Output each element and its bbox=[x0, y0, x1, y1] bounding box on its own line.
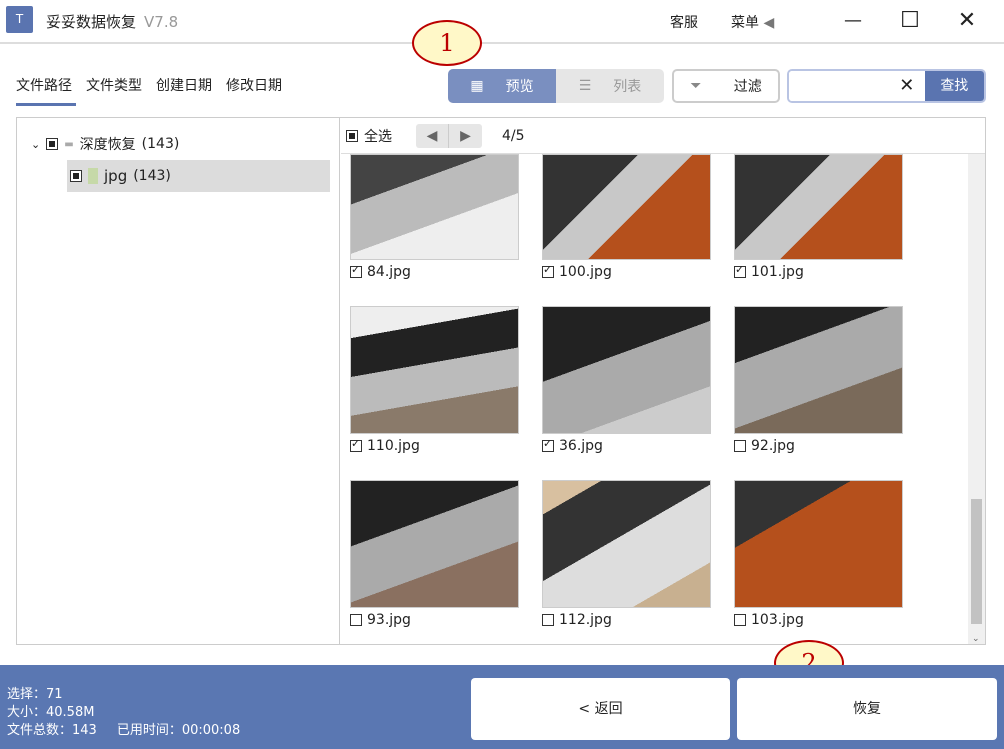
file-checkbox[interactable] bbox=[734, 263, 746, 278]
scrollbar[interactable]: ⌄ bbox=[968, 154, 985, 644]
tree-count: (143) bbox=[133, 168, 171, 184]
file-name: 100.jpg bbox=[559, 264, 612, 280]
select-all-label[interactable]: 全选 bbox=[364, 126, 392, 146]
file-name: 92.jpg bbox=[751, 438, 795, 454]
app-title: 妥妥数据恢复 bbox=[46, 13, 137, 31]
file-checkbox[interactable] bbox=[542, 437, 554, 452]
filter-button[interactable]: ⏷ 过滤 bbox=[672, 69, 780, 103]
view-toggle: ▦ 预览 ☰ 列表 bbox=[448, 69, 664, 103]
pager: ◀ ▶ bbox=[416, 123, 482, 148]
select-all-checkbox[interactable] bbox=[346, 129, 358, 142]
recover-button[interactable]: 恢复 bbox=[737, 678, 997, 740]
file-name: 93.jpg bbox=[367, 612, 411, 628]
file-name: 84.jpg bbox=[367, 264, 411, 280]
chevron-down-icon[interactable]: ⌄ bbox=[31, 138, 40, 151]
tab-modified-date[interactable]: 修改日期 bbox=[226, 75, 282, 95]
file-name: 36.jpg bbox=[559, 438, 603, 454]
back-button[interactable]: < 返回 bbox=[471, 678, 730, 740]
menu-label: 菜单 bbox=[731, 15, 759, 31]
tree-item-jpg[interactable]: jpg (143) bbox=[67, 160, 330, 192]
tree-checkbox[interactable] bbox=[46, 138, 59, 150]
thumbnail-label[interactable]: 112.jpg bbox=[542, 612, 612, 628]
menu-arrow-icon: ◀ bbox=[763, 15, 775, 31]
thumbnail-image[interactable] bbox=[734, 306, 903, 434]
active-tab-indicator bbox=[16, 103, 76, 106]
next-page-button[interactable]: ▶ bbox=[449, 124, 482, 148]
thumbnail-label[interactable]: 103.jpg bbox=[734, 612, 804, 628]
tab-created-date[interactable]: 创建日期 bbox=[156, 75, 212, 95]
prev-page-button[interactable]: ◀ bbox=[416, 123, 449, 148]
grid-icon: ▦ bbox=[470, 78, 484, 94]
thumbnail-image[interactable] bbox=[542, 480, 711, 608]
scrollbar-thumb[interactable] bbox=[971, 499, 982, 624]
app-logo: T bbox=[6, 6, 33, 33]
selected-size: 大小：40.58M bbox=[7, 705, 95, 720]
app-version: V7.8 bbox=[144, 13, 179, 31]
file-checkbox[interactable] bbox=[350, 614, 362, 626]
file-checkbox[interactable] bbox=[542, 263, 554, 278]
grid-header: 全选 ◀ ▶ 4/5 bbox=[341, 118, 985, 154]
tab-file-path[interactable]: 文件路径 bbox=[16, 75, 72, 95]
search-button[interactable]: 查找 bbox=[924, 71, 984, 101]
support-link[interactable]: 客服 bbox=[670, 12, 698, 32]
thumbnail-image[interactable] bbox=[350, 480, 519, 608]
tree-checkbox[interactable] bbox=[70, 170, 82, 182]
main-panel: ⌄ ▬ 深度恢复 (143) jpg (143) 全选 ◀ ▶ 4/5 84.j… bbox=[16, 117, 986, 645]
thumbnail-label[interactable]: 101.jpg bbox=[734, 263, 804, 280]
file-checkbox[interactable] bbox=[734, 440, 746, 452]
file-checkbox[interactable] bbox=[350, 437, 362, 452]
thumbnail-label[interactable]: 100.jpg bbox=[542, 263, 612, 280]
scroll-down-icon[interactable]: ⌄ bbox=[972, 634, 980, 644]
maximize-button[interactable]: ☐ bbox=[895, 6, 925, 36]
list-icon: ☰ bbox=[578, 78, 592, 94]
tree-item-deep-recovery[interactable]: ⌄ ▬ 深度恢复 (143) bbox=[31, 128, 179, 160]
title-bar: T 妥妥数据恢复 V7.8 客服 菜单 ◀ — ☐ ✕ bbox=[0, 0, 1004, 44]
file-name: 103.jpg bbox=[751, 612, 804, 628]
file-checkbox[interactable] bbox=[734, 614, 746, 626]
thumbnail-image[interactable] bbox=[350, 306, 519, 434]
page-indicator: 4/5 bbox=[502, 127, 525, 144]
tree-count: (143) bbox=[141, 136, 180, 152]
menu-link[interactable]: 菜单 ◀ bbox=[731, 12, 774, 32]
thumbnail-label[interactable]: 92.jpg bbox=[734, 438, 795, 454]
elapsed-time: 已用时间：00:00:08 bbox=[116, 723, 241, 738]
thumbnail-label[interactable]: 36.jpg bbox=[542, 437, 603, 454]
file-name: 101.jpg bbox=[751, 264, 804, 280]
drive-icon: ▬ bbox=[64, 138, 74, 150]
preview-view-button[interactable]: ▦ 预览 bbox=[448, 69, 556, 103]
close-button[interactable]: ✕ bbox=[952, 6, 982, 36]
search-input[interactable] bbox=[789, 71, 889, 101]
thumbnail-label[interactable]: 110.jpg bbox=[350, 437, 420, 454]
thumbnail-image[interactable] bbox=[734, 154, 903, 260]
list-view-button[interactable]: ☰ 列表 bbox=[556, 69, 664, 103]
clear-search-icon[interactable]: ✕ bbox=[889, 71, 925, 101]
minimize-button[interactable]: — bbox=[838, 6, 868, 36]
tree-label: jpg bbox=[104, 167, 128, 185]
file-checkbox[interactable] bbox=[350, 263, 362, 278]
file-checkbox[interactable] bbox=[542, 614, 554, 626]
search-box: ✕ 查找 bbox=[787, 69, 986, 103]
thumbnail-image[interactable] bbox=[542, 154, 711, 260]
file-name: 112.jpg bbox=[559, 612, 612, 628]
thumbnail-label[interactable]: 93.jpg bbox=[350, 612, 411, 628]
thumbnail-image[interactable] bbox=[734, 480, 903, 608]
tab-file-type[interactable]: 文件类型 bbox=[86, 75, 142, 95]
callout-1: 1 bbox=[412, 20, 482, 66]
file-name: 110.jpg bbox=[367, 438, 420, 454]
filter-icon: ⏷ bbox=[690, 78, 702, 94]
thumbnail-image[interactable] bbox=[542, 306, 711, 434]
selected-count: 选择：71 bbox=[7, 687, 63, 702]
tree-label: 深度恢复 bbox=[79, 137, 136, 153]
thumbnail-label[interactable]: 84.jpg bbox=[350, 263, 411, 280]
file-icon bbox=[88, 168, 98, 184]
footer-bar: 选择：71 大小：40.58M 文件总数：143 已用时间：00:00:08 < … bbox=[0, 665, 1004, 749]
folder-tree: ⌄ ▬ 深度恢复 (143) jpg (143) bbox=[17, 118, 340, 644]
thumbnail-image[interactable] bbox=[350, 154, 519, 260]
total-files: 文件总数：143 bbox=[7, 723, 97, 738]
